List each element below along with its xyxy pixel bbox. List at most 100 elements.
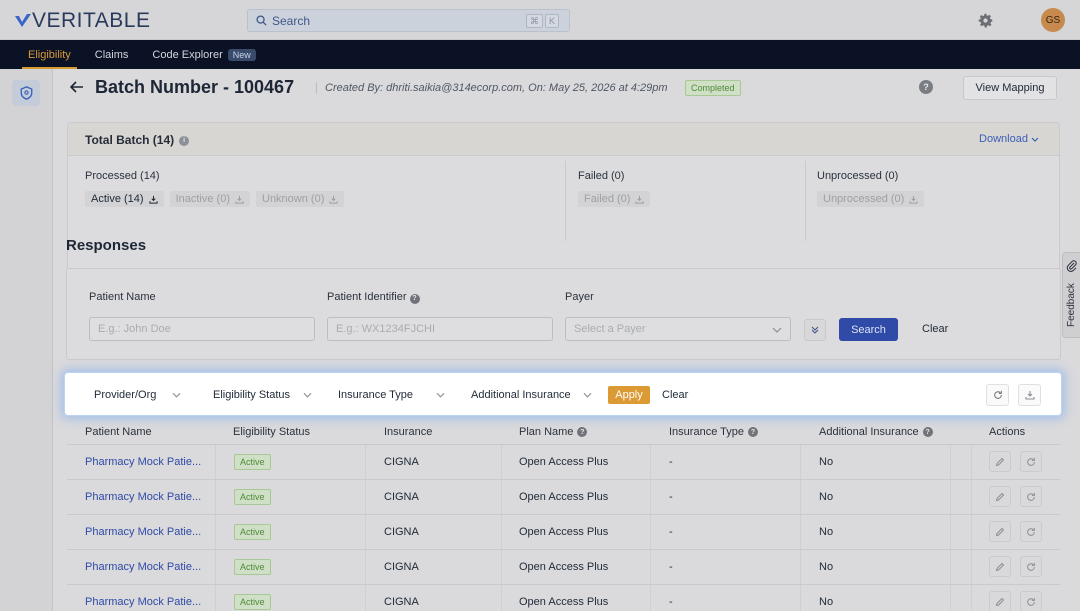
rerun-button[interactable]	[1020, 591, 1042, 611]
refresh-icon	[993, 390, 1002, 399]
col-header-additional-insurance[interactable]: Additional Insurance?	[819, 426, 933, 438]
logo[interactable]: VERITABLE	[14, 9, 150, 33]
back-arrow-icon[interactable]	[70, 81, 84, 93]
cell-plan-name: Open Access Plus	[519, 561, 609, 573]
edit-button[interactable]	[989, 486, 1011, 507]
cell-additional-insurance: No	[819, 456, 834, 468]
filter-insurance-type[interactable]: Insurance Type	[338, 389, 445, 401]
download-icon	[148, 195, 158, 204]
cell-patient-name[interactable]: Pharmacy Mock Patie...	[85, 561, 201, 573]
help-icon[interactable]: ?	[748, 427, 759, 437]
processed-label: Processed (14)	[85, 170, 160, 182]
chip-unprocessed[interactable]: Unprocessed (0)	[817, 191, 925, 207]
clear-button[interactable]: Clear	[922, 323, 948, 335]
rerun-button[interactable]	[1020, 451, 1042, 472]
chevron-down-icon	[1031, 137, 1039, 142]
help-icon[interactable]: ?	[919, 80, 933, 94]
total-batch-title: Total Batch (14) i	[85, 133, 190, 147]
payer-select[interactable]: Select a Payer	[565, 317, 791, 341]
rerun-button[interactable]	[1020, 521, 1042, 542]
column-divider	[800, 445, 801, 479]
global-search[interactable]: Search ⌘ K	[247, 9, 570, 32]
shortcut-key-cmd: ⌘	[525, 14, 543, 28]
feedback-label: Feedback	[1066, 283, 1077, 327]
processed-group: Processed (14) Active (14) Inactive (0) …	[85, 170, 345, 207]
col-header-actions: Actions	[989, 426, 1025, 438]
view-mapping-button[interactable]: View Mapping	[963, 76, 1057, 100]
cell-patient-name[interactable]: Pharmacy Mock Patie...	[85, 526, 201, 538]
filter-label: Eligibility Status	[213, 389, 291, 401]
help-icon[interactable]: ?	[922, 427, 933, 437]
col-header-label: Insurance Type	[669, 426, 745, 438]
rerun-button[interactable]	[1020, 486, 1042, 507]
page-header: Batch Number - 100467 Created By: dhriti…	[54, 69, 1080, 107]
download-icon	[1024, 391, 1035, 400]
export-button[interactable]	[1018, 384, 1041, 406]
edit-button[interactable]	[989, 451, 1011, 472]
shield-icon	[20, 86, 32, 100]
cell-patient-name[interactable]: Pharmacy Mock Patie...	[85, 491, 201, 503]
chip-unknown[interactable]: Unknown (0)	[256, 191, 345, 207]
divider	[805, 161, 806, 241]
help-icon[interactable]: ?	[409, 293, 420, 304]
patient-name-label: Patient Name	[89, 291, 156, 303]
refresh-button[interactable]	[986, 384, 1009, 406]
divider	[565, 161, 566, 241]
chip-label: Active (14)	[91, 193, 144, 205]
download-icon	[635, 195, 645, 204]
responses-table: Patient Name Eligibility Status Insuranc…	[67, 421, 1060, 611]
download-dropdown[interactable]: Download	[979, 133, 1039, 145]
cell-additional-insurance: No	[819, 526, 834, 538]
filter-additional-insurance[interactable]: Additional Insurance	[471, 389, 592, 401]
clear-filters-button[interactable]: Clear	[662, 389, 688, 401]
sidebar-item-eligibility[interactable]	[12, 80, 40, 106]
column-divider	[501, 445, 502, 479]
col-header-label: Plan Name	[519, 426, 574, 438]
column-divider	[501, 515, 502, 549]
help-icon[interactable]: ?	[577, 427, 588, 437]
cell-insurance: CIGNA	[384, 596, 419, 608]
filter-provider-org[interactable]: Provider/Org	[94, 389, 181, 401]
column-divider	[800, 550, 801, 584]
pencil-icon	[995, 527, 1005, 536]
filter-eligibility-status[interactable]: Eligibility Status	[213, 389, 312, 401]
apply-button[interactable]: Apply	[608, 386, 650, 404]
nav-tab-eligibility[interactable]: Eligibility	[16, 40, 83, 69]
download-label: Download	[979, 133, 1028, 145]
chip-failed[interactable]: Failed (0)	[578, 191, 651, 207]
col-header-insurance-type[interactable]: Insurance Type?	[669, 426, 759, 438]
pencil-icon	[995, 492, 1005, 501]
search-button[interactable]: Search	[839, 318, 898, 341]
col-header-patient-name[interactable]: Patient Name	[85, 426, 152, 438]
chip-inactive[interactable]: Inactive (0)	[169, 191, 250, 207]
cell-insurance-type: -	[669, 596, 673, 608]
nav-tab-claims[interactable]: Claims	[83, 40, 141, 69]
rerun-button[interactable]	[1020, 556, 1042, 577]
info-icon[interactable]: i	[179, 135, 190, 146]
edit-button[interactable]	[989, 591, 1011, 611]
col-header-insurance[interactable]: Insurance	[384, 426, 432, 438]
patient-identifier-input[interactable]: E.g.: WX1234FJCHI	[327, 317, 553, 341]
column-divider	[800, 515, 801, 549]
patient-identifier-text: Patient Identifier	[327, 291, 407, 303]
col-header-label: Insurance	[384, 426, 433, 438]
double-chevron-down-icon	[811, 326, 819, 334]
edit-button[interactable]	[989, 521, 1011, 542]
chip-active[interactable]: Active (14)	[85, 191, 164, 207]
feedback-tab[interactable]: Feedback	[1062, 252, 1080, 338]
nav-tab-code-explorer[interactable]: Code Explorer New	[140, 40, 267, 69]
edit-button[interactable]	[989, 556, 1011, 577]
avatar[interactable]: GS	[1041, 8, 1065, 32]
gear-icon[interactable]	[977, 12, 994, 29]
cell-patient-name[interactable]: Pharmacy Mock Patie...	[85, 456, 201, 468]
cell-additional-insurance: No	[819, 491, 834, 503]
patient-name-input[interactable]: E.g.: John Doe	[89, 317, 315, 341]
column-divider	[800, 480, 801, 514]
chevron-down-icon	[583, 392, 592, 398]
expand-filters-button[interactable]	[804, 319, 826, 341]
col-header-plan-name[interactable]: Plan Name?	[519, 426, 588, 438]
column-divider	[501, 550, 502, 584]
responses-title: Responses	[66, 237, 147, 254]
col-header-eligibility-status[interactable]: Eligibility Status	[233, 426, 310, 438]
cell-patient-name[interactable]: Pharmacy Mock Patie...	[85, 596, 201, 608]
